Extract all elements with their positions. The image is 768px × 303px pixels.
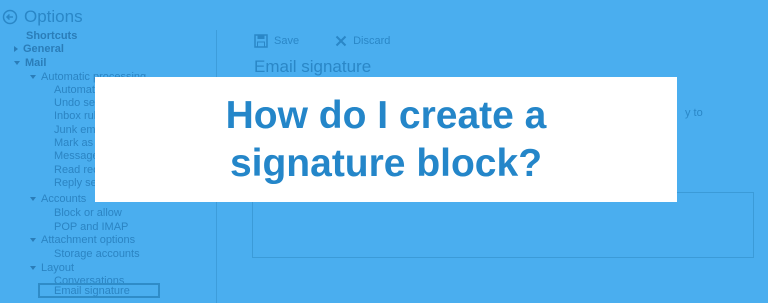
sidebar-item-pop-imap[interactable]: POP and IMAP <box>54 221 128 233</box>
save-icon <box>254 34 268 48</box>
page-title: Options <box>24 7 83 26</box>
options-header: Options <box>0 4 83 30</box>
expand-icon <box>14 46 18 53</box>
discard-label: Discard <box>353 35 391 47</box>
sidebar-item-label: Email signature <box>54 285 130 297</box>
overlay-heading: How do I create a signature block? <box>226 92 547 188</box>
section-title: Email signature <box>254 57 372 76</box>
overlay-line-1: How do I create a <box>225 93 547 137</box>
sidebar-item-layout[interactable]: Layout <box>30 262 74 274</box>
discard-button[interactable]: Discard <box>335 35 390 47</box>
sidebar-item-storage-accounts[interactable]: Storage accounts <box>54 248 140 260</box>
sidebar-item-email-signature[interactable]: Email signature <box>38 283 160 298</box>
sidebar-item-attachment-options[interactable]: Attachment options <box>30 234 135 246</box>
back-arrow-icon[interactable] <box>2 9 18 25</box>
sidebar-item-block-or-allow[interactable]: Block or allow <box>54 207 122 219</box>
sidebar-item-mail[interactable]: Mail <box>14 57 46 69</box>
collapse-icon <box>30 266 36 271</box>
partial-description-text: y to <box>685 107 703 119</box>
collapse-icon <box>14 61 20 66</box>
collapse-icon <box>30 238 36 243</box>
save-button[interactable]: Save <box>254 34 299 48</box>
collapse-icon <box>30 197 36 202</box>
sidebar-item-accounts[interactable]: Accounts <box>30 193 86 205</box>
collapse-icon <box>30 75 36 80</box>
save-label: Save <box>274 35 300 47</box>
sidebar-item-shortcuts[interactable]: Shortcuts <box>26 30 77 42</box>
title-overlay-card: How do I create a signature block? <box>95 77 677 202</box>
overlay-line-2: signature block? <box>229 141 543 185</box>
toolbar: Save Discard <box>254 34 426 48</box>
sidebar-item-general[interactable]: General <box>14 43 64 55</box>
close-icon <box>335 35 347 47</box>
